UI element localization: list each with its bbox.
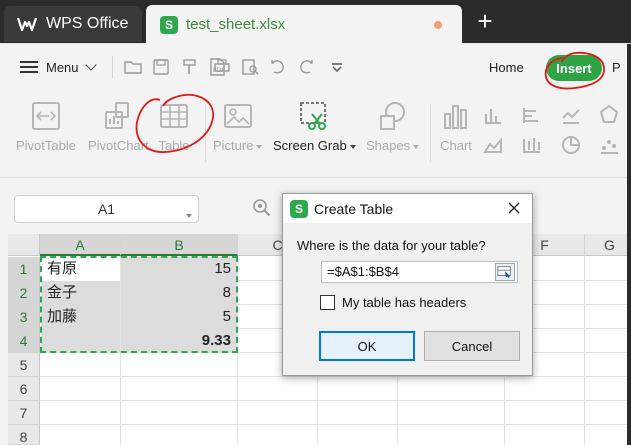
spreadsheet-icon: S xyxy=(290,199,308,218)
screen-grab-label: Screen Grab xyxy=(273,138,347,153)
row-header-4[interactable]: 4 xyxy=(8,329,40,353)
menu-label: Menu xyxy=(46,59,79,75)
gridline xyxy=(40,400,631,401)
zoom-icon[interactable] xyxy=(252,198,272,218)
gridline xyxy=(40,424,631,425)
customize-dropdown-icon[interactable] xyxy=(327,57,347,77)
column-header-a[interactable]: A xyxy=(40,234,121,256)
shapes-icon xyxy=(379,102,405,130)
ribbon-divider xyxy=(430,104,431,162)
ribbon-divider xyxy=(205,104,206,162)
picture-button[interactable]: Picture xyxy=(213,100,263,153)
column-header-g[interactable]: G xyxy=(585,234,631,256)
scatter-chart-icon[interactable] xyxy=(598,134,620,156)
undo-icon[interactable] xyxy=(268,57,288,77)
table-label: Table xyxy=(158,138,190,153)
new-tab-button[interactable]: + xyxy=(472,8,498,36)
picture-label: Picture xyxy=(213,138,254,153)
row-header-8[interactable]: 8 xyxy=(8,425,40,445)
selection-marquee xyxy=(40,256,238,353)
row-header-3[interactable]: 3 xyxy=(8,305,40,329)
dropdown-arrow-icon xyxy=(256,144,263,149)
column-chart-icon[interactable] xyxy=(482,104,504,126)
menu-button[interactable]: Menu xyxy=(20,55,97,79)
line-chart-icon[interactable] xyxy=(560,104,582,126)
pivot-table-label: PivotTable xyxy=(16,138,76,153)
stock-chart-icon[interactable] xyxy=(520,134,542,156)
range-picker-icon[interactable] xyxy=(495,263,515,281)
tab-home[interactable]: Home xyxy=(489,60,524,75)
headers-checkbox[interactable] xyxy=(320,295,335,310)
range-input[interactable]: =$A$1:$B$4 xyxy=(321,261,518,283)
row-header-7[interactable]: 7 xyxy=(8,401,40,425)
chart-icon xyxy=(444,105,467,129)
dialog-question: Where is the data for your table? xyxy=(297,238,486,253)
select-all-corner[interactable] xyxy=(8,234,40,256)
pivot-chart-icon xyxy=(105,102,130,129)
save-icon[interactable] xyxy=(151,57,171,77)
dialog-title-bar[interactable]: S Create Table xyxy=(283,194,532,223)
gridline xyxy=(40,376,631,377)
close-icon[interactable] xyxy=(506,200,522,216)
cancel-button[interactable]: Cancel xyxy=(424,331,520,361)
format-painter-icon[interactable] xyxy=(180,57,200,77)
tab-wps-office[interactable]: WPS Office xyxy=(4,6,142,42)
headers-checkbox-label[interactable]: My table has headers xyxy=(342,295,466,310)
dialog-title: Create Table xyxy=(314,200,394,217)
divider xyxy=(112,56,113,78)
picture-icon xyxy=(223,104,252,128)
chart-label: Chart xyxy=(440,138,472,153)
window-edge xyxy=(627,44,631,445)
shapes-button[interactable]: Shapes xyxy=(366,100,420,153)
row-header-2[interactable]: 2 xyxy=(8,281,40,305)
shapes-label: Shapes xyxy=(366,138,411,153)
redo-icon[interactable] xyxy=(296,57,316,77)
screen-grab-button[interactable]: Screen Grab xyxy=(273,100,356,153)
area-chart-icon[interactable] xyxy=(482,134,504,156)
spreadsheet-icon: S xyxy=(160,15,178,34)
pivot-chart-button[interactable]: PivotChart xyxy=(88,100,149,153)
pivot-chart-label: PivotChart xyxy=(88,138,149,153)
dropdown-arrow-icon xyxy=(413,144,420,149)
gridline xyxy=(584,256,585,445)
table-button[interactable]: Table xyxy=(158,100,190,153)
pivot-table-icon xyxy=(31,102,60,130)
tab-insert[interactable]: Insert xyxy=(546,55,602,81)
unsaved-dot-icon[interactable] xyxy=(434,21,442,29)
scissors-icon xyxy=(300,102,327,130)
bar-chart-icon[interactable] xyxy=(520,104,542,126)
tab-page-layout[interactable]: P xyxy=(612,60,621,75)
table-icon xyxy=(160,104,188,128)
wps-logo-icon xyxy=(16,17,38,32)
pivot-table-button[interactable]: PivotTable xyxy=(16,100,76,153)
chevron-down-icon xyxy=(84,59,97,71)
pie-chart-icon[interactable] xyxy=(560,134,582,156)
name-box[interactable]: A1 xyxy=(14,195,199,223)
print-preview-icon[interactable] xyxy=(240,57,260,77)
chart-button[interactable]: Chart xyxy=(440,100,472,153)
chevron-down-icon[interactable] xyxy=(183,207,192,223)
dropdown-arrow-icon xyxy=(349,144,356,149)
radar-chart-icon[interactable] xyxy=(598,104,620,126)
print-icon[interactable] xyxy=(212,57,232,77)
tab-file-label: test_sheet.xlsx xyxy=(186,16,286,33)
column-header-b[interactable]: B xyxy=(121,234,238,256)
range-input-value: =$A$1:$B$4 xyxy=(327,264,399,279)
create-table-dialog: S Create Table Where is the data for you… xyxy=(282,193,533,376)
row-header-1[interactable]: 1 xyxy=(8,257,40,281)
name-box-value: A1 xyxy=(97,201,116,217)
row-header-5[interactable]: 5 xyxy=(8,353,40,377)
open-folder-icon[interactable] xyxy=(123,57,143,77)
tab-file[interactable]: S test_sheet.xlsx xyxy=(146,5,462,44)
tab-wps-office-label: WPS Office xyxy=(46,15,129,32)
ok-button[interactable]: OK xyxy=(319,331,415,361)
row-header-6[interactable]: 6 xyxy=(8,377,40,401)
hamburger-icon xyxy=(20,61,38,73)
